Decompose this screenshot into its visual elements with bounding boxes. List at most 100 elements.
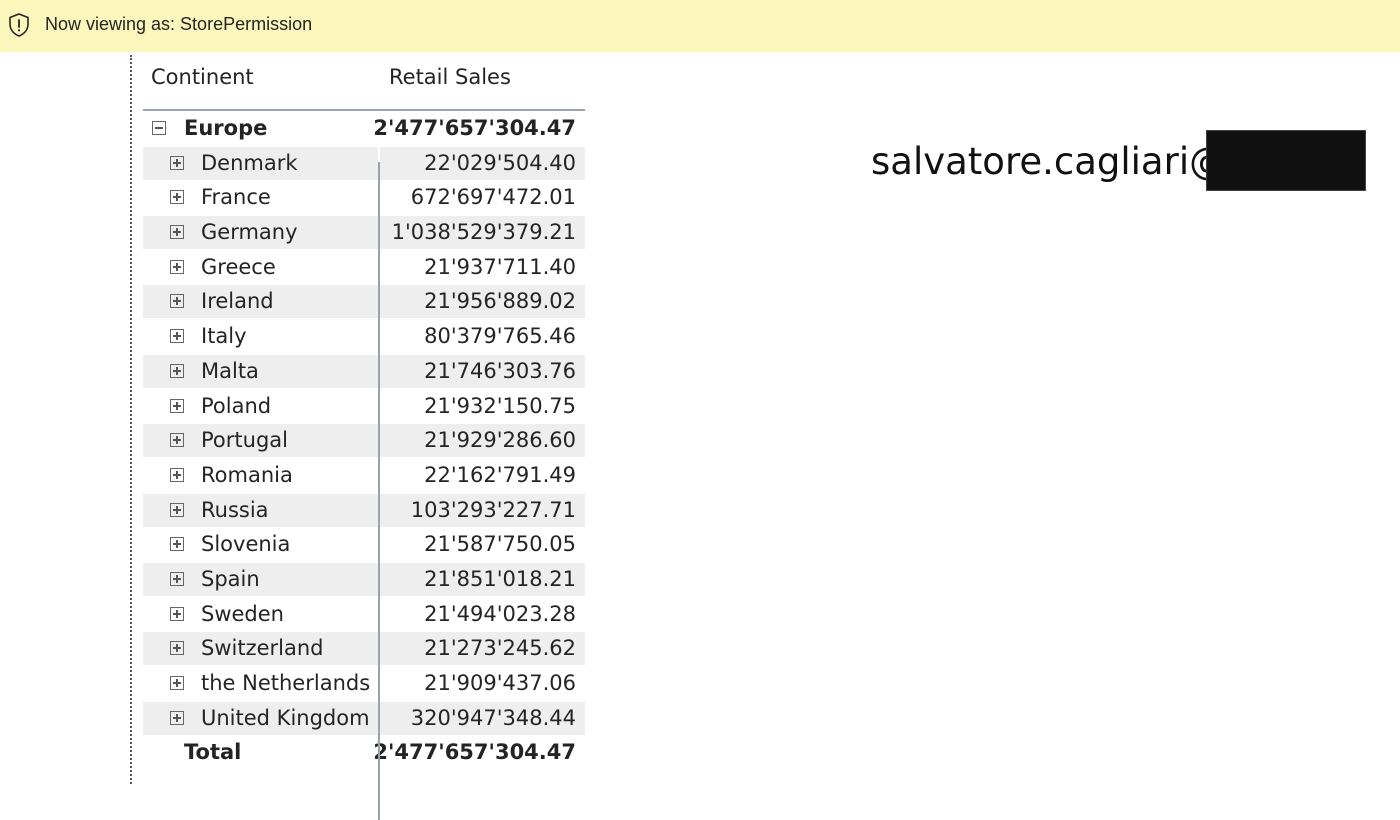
value-cell: 103'293'227.71 (380, 493, 585, 527)
expand-icon[interactable] (170, 259, 184, 274)
value-cell: 21'746'303.76 (380, 354, 585, 388)
row-header-cell: Switzerland (143, 632, 378, 666)
value-cell: 320'947'348.44 (380, 701, 585, 735)
retail-sales-value: 21'932'150.75 (424, 393, 576, 418)
value-cell: 1'038'529'379.21 (380, 216, 585, 250)
total-value: 2'477'657'304.47 (373, 740, 576, 765)
visual-border (130, 55, 132, 784)
expand-icon[interactable] (170, 537, 184, 552)
table-row[interactable]: Poland 21'932'150.75 (143, 389, 585, 424)
total-label: Total (184, 740, 242, 765)
table-row[interactable]: Germany 1'038'529'379.21 (143, 215, 585, 250)
table-row[interactable]: Portugal 21'929'286.60 (143, 423, 585, 458)
table-row[interactable]: Greece 21'937'711.40 (143, 250, 585, 285)
retail-sales-value: 21'494'023.28 (424, 601, 576, 626)
retail-sales-value: 21'909'437.06 (424, 671, 576, 695)
country-label: Italy (201, 324, 247, 349)
country-label: Portugal (201, 428, 288, 453)
row-header-cell: Ireland (143, 285, 378, 319)
expand-icon[interactable] (170, 571, 184, 586)
country-label: Germany (201, 220, 298, 245)
value-cell: 21'851'018.21 (380, 562, 585, 596)
retail-sales-value: 21'956'889.02 (424, 289, 576, 314)
expand-icon[interactable] (170, 363, 184, 378)
table-row[interactable]: Spain 21'851'018.21 (143, 562, 585, 597)
value-cell: 21'909'437.06 (380, 667, 585, 700)
value-cell: 21'494'023.28 (380, 598, 585, 631)
row-header-cell: Spain (143, 562, 378, 596)
retail-sales-value: 672'697'472.01 (410, 185, 576, 210)
expand-icon[interactable] (170, 676, 184, 690)
country-label: Greece (201, 254, 276, 279)
country-label: Spain (201, 566, 260, 591)
table-row[interactable]: Ireland 21'956'889.02 (143, 284, 585, 319)
retail-sales-value: 21'587'750.05 (424, 532, 576, 557)
table-row[interactable]: Sweden 21'494'023.28 (143, 597, 585, 632)
column-header-retail-sales[interactable]: Retail Sales (389, 65, 511, 89)
value-cell: 22'162'791.49 (380, 459, 585, 492)
table-row[interactable]: Romania 22'162'791.49 (143, 458, 585, 493)
value-cell: 21'937'711.40 (380, 251, 585, 284)
table-row[interactable]: France 672'697'472.01 (143, 180, 585, 215)
country-label: Sweden (201, 601, 284, 626)
viewing-as-banner: Now viewing as: StorePermission (0, 0, 1400, 52)
collapse-icon[interactable] (152, 121, 166, 135)
row-header-cell: Greece (143, 251, 378, 284)
matrix-header-row: Continent Retail Sales (143, 52, 585, 111)
value-cell: 672'697'472.01 (380, 181, 585, 214)
expand-icon[interactable] (170, 225, 184, 240)
expand-icon[interactable] (170, 606, 184, 621)
row-header-cell: Sweden (143, 598, 378, 631)
value-cell: 21'929'286.60 (380, 424, 585, 458)
expand-icon[interactable] (170, 329, 184, 344)
country-label: Switzerland (201, 636, 324, 661)
expand-icon[interactable] (170, 398, 184, 413)
expand-icon[interactable] (170, 294, 184, 309)
expand-icon[interactable] (170, 190, 184, 205)
country-label: Denmark (201, 150, 298, 175)
retail-sales-value: 1'038'529'379.21 (391, 220, 576, 245)
value-cell: 21'932'150.75 (380, 390, 585, 423)
value-cell: 21'587'750.05 (380, 528, 585, 561)
banner-text: Now viewing as: StorePermission (45, 14, 313, 34)
row-header-cell: Total (143, 736, 378, 769)
country-label: Poland (201, 393, 272, 418)
expand-icon[interactable] (170, 710, 184, 725)
country-label: Slovenia (201, 532, 291, 557)
country-label: Malta (201, 358, 259, 383)
total-row: Total 2'477'657'304.47 (143, 735, 585, 770)
shield-icon (9, 13, 29, 37)
row-header-cell: United Kingdom (143, 701, 378, 735)
retail-sales-value: 103'293'227.71 (410, 497, 576, 522)
value-cell: 2'477'657'304.47 (373, 736, 585, 769)
retail-sales-value: 80'379'765.46 (424, 324, 576, 349)
value-cell: 22'029'504.40 (380, 146, 585, 180)
table-row[interactable]: the Netherlands 21'909'437.06 (143, 666, 585, 701)
table-row[interactable]: Slovenia 21'587'750.05 (143, 527, 585, 562)
matrix-body: Europe 2'477'657'304.47 Denmark 22'029'50… (143, 111, 585, 770)
group-row-europe[interactable]: Europe 2'477'657'304.47 (143, 111, 585, 146)
expand-icon[interactable] (170, 502, 184, 517)
row-header-cell: Romania (143, 459, 378, 492)
group-label: Europe (184, 116, 268, 140)
expand-icon[interactable] (170, 467, 184, 482)
table-row[interactable]: Italy 80'379'765.46 (143, 319, 585, 354)
retail-sales-value: 21'746'303.76 (424, 358, 576, 383)
table-row[interactable]: Malta 21'746'303.76 (143, 354, 585, 389)
row-header-cell: Malta (143, 354, 378, 388)
row-header-cell: France (143, 181, 378, 214)
matrix-visual[interactable]: Continent Retail Sales Europe 2'477'657'… (143, 52, 585, 820)
table-row[interactable]: Denmark 22'029'504.40 (143, 146, 585, 181)
expand-icon[interactable] (170, 641, 184, 656)
expand-icon[interactable] (170, 155, 184, 170)
table-row[interactable]: Switzerland 21'273'245.62 (143, 631, 585, 666)
country-label: France (201, 185, 271, 210)
retail-sales-value: 22'162'791.49 (424, 462, 576, 487)
table-row[interactable]: United Kingdom 320'947'348.44 (143, 701, 585, 736)
expand-icon[interactable] (170, 433, 184, 448)
country-label: Ireland (201, 289, 274, 314)
value-cell: 21'273'245.62 (380, 632, 585, 666)
table-row[interactable]: Russia 103'293'227.71 (143, 493, 585, 528)
column-header-continent[interactable]: Continent (151, 65, 254, 89)
retail-sales-value: 22'029'504.40 (424, 150, 576, 175)
